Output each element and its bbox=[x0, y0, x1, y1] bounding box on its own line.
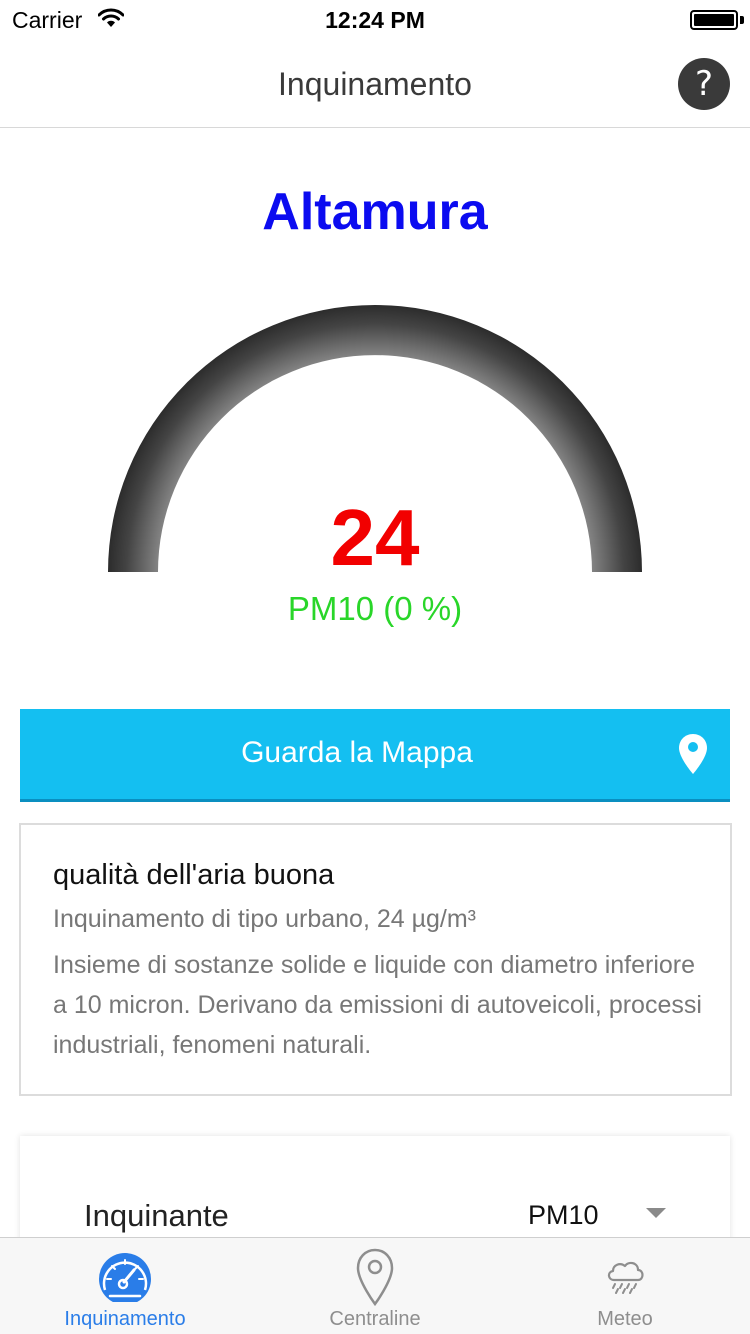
tab-label: Inquinamento bbox=[64, 1308, 186, 1330]
air-quality-title: qualità dell'aria buona bbox=[53, 859, 335, 891]
air-quality-subtitle: Inquinamento di tipo urbano, 24 µg/m³ bbox=[53, 905, 476, 933]
map-pin-icon bbox=[678, 733, 708, 780]
pollutant-label: Inquinante bbox=[84, 1198, 229, 1233]
rain-cloud-icon bbox=[500, 1248, 750, 1306]
battery-icon bbox=[690, 10, 738, 30]
location-pin-icon bbox=[250, 1248, 500, 1306]
air-quality-description: Insieme di sostanze solide e liquide con… bbox=[53, 951, 702, 1059]
navigation-bar: Inquinamento ? bbox=[0, 40, 750, 128]
page-title: Inquinamento bbox=[278, 66, 472, 102]
tab-label: Meteo bbox=[597, 1308, 653, 1330]
air-quality-info-card: qualità dell'aria buona Inquinamento di … bbox=[19, 823, 732, 1096]
gauge-value: 24 bbox=[330, 493, 420, 582]
map-button-label: Guarda la Mappa bbox=[241, 736, 473, 769]
speedometer-icon bbox=[0, 1248, 250, 1306]
status-bar: Carrier 12:24 PM bbox=[0, 0, 750, 40]
status-time: 12:24 PM bbox=[325, 7, 425, 33]
tab-inquinamento[interactable]: Inquinamento bbox=[0, 1238, 250, 1334]
tab-label: Centraline bbox=[329, 1308, 421, 1330]
tab-centraline[interactable]: Centraline bbox=[250, 1238, 500, 1334]
tab-bar: Inquinamento Centraline Meteo bbox=[0, 1237, 750, 1334]
chevron-down-icon[interactable] bbox=[646, 1208, 666, 1218]
map-button[interactable]: Guarda la Mappa bbox=[20, 709, 730, 802]
gauge-label: PM10 (0 %) bbox=[287, 590, 463, 627]
tab-meteo[interactable]: Meteo bbox=[500, 1238, 750, 1334]
battery-tip bbox=[740, 16, 744, 24]
city-name: Altamura bbox=[262, 183, 488, 241]
pollutant-select[interactable]: PM10 bbox=[528, 1200, 599, 1231]
help-button[interactable]: ? bbox=[678, 58, 730, 110]
